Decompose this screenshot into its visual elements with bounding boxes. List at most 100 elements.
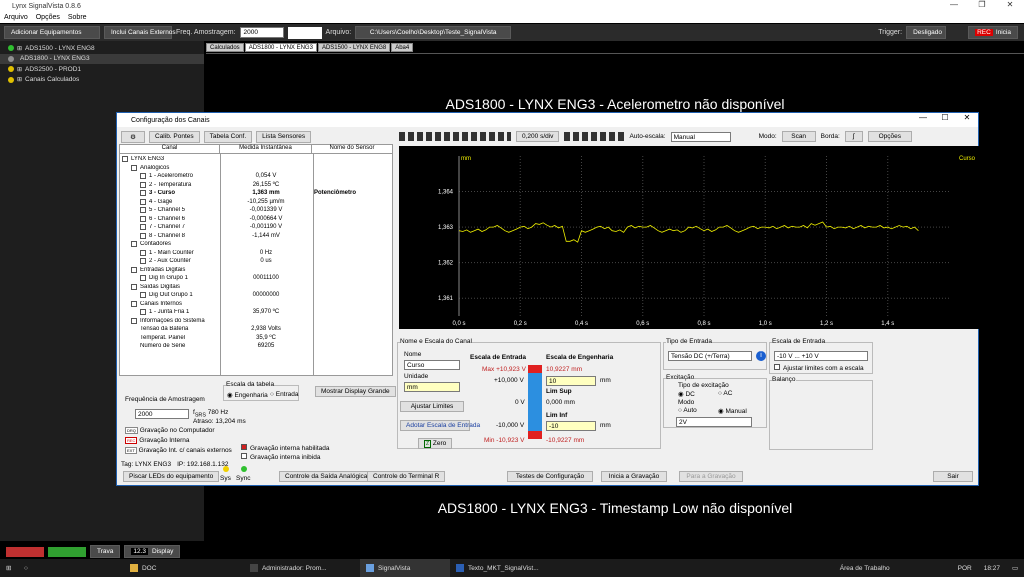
- windows-start-icon[interactable]: ⊞: [0, 559, 18, 577]
- channel-row[interactable]: 2 - Temperatura 26,155 ºC: [120, 181, 392, 190]
- trava-button[interactable]: Trava: [90, 545, 121, 558]
- start-rec-button[interactable]: Inicia a Gravação: [601, 471, 667, 482]
- taskbar-admin[interactable]: Administrador: Prom...: [244, 559, 360, 577]
- tab-ads1800[interactable]: ADS1800 - LYNX ENG3: [244, 43, 317, 52]
- channel-checkbox[interactable]: [140, 190, 146, 197]
- plot-tool-icons[interactable]: [399, 132, 511, 141]
- autoscale-select[interactable]: Manual: [670, 131, 731, 142]
- channel-checkbox[interactable]: [131, 266, 137, 273]
- notification-icon[interactable]: ▭: [1006, 559, 1024, 577]
- channel-checkbox[interactable]: [131, 317, 137, 324]
- clock[interactable]: 18:27: [978, 559, 1006, 577]
- analog-out-button[interactable]: Controle da Saída Analógica: [279, 471, 374, 482]
- channel-checkbox[interactable]: [131, 164, 137, 171]
- channel-checkbox[interactable]: [140, 215, 146, 222]
- channel-row[interactable]: 2 - Aux Counter 0 us: [120, 257, 392, 266]
- trigger-select[interactable]: Desligado: [906, 26, 947, 39]
- radio-manual[interactable]: ◉ Manual: [718, 407, 747, 415]
- channel-row[interactable]: 6 - Channel 6 -0,000664 V: [120, 215, 392, 224]
- show-display-button[interactable]: Mostrar Display Grande: [315, 386, 396, 397]
- channel-row[interactable]: Tensão da Bateria 2,938 Volts: [120, 325, 392, 334]
- channel-checkbox[interactable]: [140, 232, 146, 239]
- terminal-button[interactable]: Controle do Terminal R: [367, 471, 446, 482]
- radio-entrada[interactable]: ○ Entrada: [270, 391, 299, 398]
- menu-arquivo[interactable]: Arquivo: [4, 14, 28, 21]
- channel-checkbox[interactable]: [131, 283, 137, 290]
- channel-row[interactable]: Informações do Sistema: [120, 317, 392, 326]
- run-icons[interactable]: [287, 26, 322, 39]
- expand-icon[interactable]: ⊞: [17, 66, 22, 73]
- channel-row[interactable]: Analógicos: [120, 164, 392, 173]
- sampling-select[interactable]: 2000: [135, 409, 189, 419]
- name-field[interactable]: Curso: [404, 360, 460, 370]
- blink-leds-button[interactable]: Piscar LEDs do equipamento: [123, 471, 220, 482]
- excitation-select[interactable]: 2V: [676, 417, 752, 427]
- mode-button[interactable]: Scan: [781, 131, 816, 142]
- start-button[interactable]: REC Inicia: [968, 26, 1018, 39]
- taskbar-doc[interactable]: DOC: [124, 559, 244, 577]
- channel-row[interactable]: Temperat. Painel 35,9 ºC: [120, 334, 392, 343]
- dialog-maximize-icon[interactable]: ☐: [934, 113, 956, 122]
- eng-high-field[interactable]: 10: [546, 376, 596, 386]
- tab-aba4[interactable]: Aba4: [391, 43, 414, 52]
- radio-auto[interactable]: ○ Auto: [678, 407, 697, 414]
- channel-row[interactable]: Dig In Grupo 1 00011100: [120, 274, 392, 283]
- radio-ac[interactable]: ○ AC: [718, 390, 732, 397]
- plot-tool-icons-2[interactable]: [564, 132, 625, 141]
- rec-control-icon[interactable]: [6, 546, 44, 557]
- plot-area[interactable]: 1,364 1,363 1,362 1,361 0,0 s 0,2 s 0,4 s 0,6 s…: [407, 146, 979, 329]
- input-range-select[interactable]: -10 V ... +10 V: [774, 351, 868, 361]
- channel-row[interactable]: 1 - Junta Fria 1 35,970 ºC: [120, 308, 392, 317]
- equipment-item[interactable]: ⊞ ADS1500 - LYNX ENG8: [0, 43, 204, 54]
- rec-inhibited-check[interactable]: Gravação interna inibida: [241, 453, 320, 461]
- channel-checkbox[interactable]: [140, 249, 146, 256]
- channel-row[interactable]: 3 - Curso 1,363 mm Potenciômetro: [120, 189, 392, 198]
- freq-select[interactable]: 2000: [239, 27, 284, 38]
- expand-icon[interactable]: ⊞: [17, 76, 22, 83]
- channel-row[interactable]: 1 - Acelerometro 0,054 V: [120, 172, 392, 181]
- adjust-limits-check[interactable]: Ajustar limites com a escala: [774, 364, 864, 372]
- config-icons[interactable]: ⚙: [121, 131, 145, 143]
- unit-field[interactable]: mm: [404, 382, 460, 392]
- input-type-select[interactable]: Tensão DC (+/Terra): [668, 351, 752, 361]
- work-area-label[interactable]: Área de Trabalho: [834, 559, 896, 577]
- channel-row[interactable]: Saídas Digitais: [120, 283, 392, 292]
- menu-opcoes[interactable]: Opções: [36, 14, 60, 21]
- time-div-button[interactable]: 0,200 s/div: [516, 131, 560, 142]
- exit-button[interactable]: Sair: [933, 471, 973, 482]
- taskbar-word[interactable]: Texto_MKT_SignalVist...: [450, 559, 550, 577]
- equipment-item[interactable]: ADS1800 - LYNX ENG3: [0, 53, 204, 64]
- radio-engenharia[interactable]: ◉ Engenharia: [227, 391, 268, 399]
- table-conf-button[interactable]: Tabela Conf.: [203, 131, 253, 143]
- calib-button[interactable]: Calib. Pontes: [149, 131, 200, 143]
- channel-row[interactable]: 5 - Channel 5 -0,001339 V: [120, 206, 392, 215]
- stop-rec-button[interactable]: Para a Gravação: [679, 471, 743, 482]
- equipment-item[interactable]: ⊞ ADS2500 - PROD1: [0, 64, 204, 75]
- channel-checkbox[interactable]: [140, 292, 146, 299]
- pinned-apps[interactable]: [34, 559, 124, 577]
- dialog-close-icon[interactable]: ✕: [956, 113, 978, 122]
- channel-row[interactable]: Canais Internos: [120, 300, 392, 309]
- add-equipment-button[interactable]: Adicionar Equipamentos: [4, 26, 100, 39]
- channel-checkbox[interactable]: [131, 300, 137, 307]
- tab-ads1500[interactable]: ADS1500 - LYNX ENG8: [317, 43, 391, 52]
- channel-row[interactable]: 1 - Main Counter 0 Hz: [120, 249, 392, 258]
- expand-icon[interactable]: ⊞: [17, 45, 22, 52]
- channel-checkbox[interactable]: [131, 241, 137, 248]
- menu-sobre[interactable]: Sobre: [68, 14, 87, 21]
- tray-icons[interactable]: [896, 559, 952, 577]
- display-button[interactable]: 12.3 Display: [124, 545, 181, 558]
- channel-row[interactable]: 7 - Channel 7 -0,001190 V: [120, 223, 392, 232]
- adjust-limits-button[interactable]: Ajustar Limites: [400, 401, 464, 412]
- channel-row[interactable]: LYNX ENG3: [120, 155, 392, 164]
- radio-dc[interactable]: ◉ DC: [678, 390, 695, 398]
- channel-row[interactable]: 4 - Gage -10,255 µm/m: [120, 198, 392, 207]
- channel-checkbox[interactable]: [140, 224, 146, 231]
- channel-checkbox[interactable]: [140, 181, 146, 188]
- search-icon[interactable]: ○: [18, 559, 34, 577]
- channel-row[interactable]: Dig Out Grupo 1 00000000: [120, 291, 392, 300]
- info-icon[interactable]: i: [756, 351, 766, 361]
- rec-enabled-check[interactable]: Gravação interna habilitada: [241, 444, 330, 452]
- channel-row[interactable]: Número de Série 69205: [120, 342, 392, 351]
- close-icon[interactable]: ✕: [996, 0, 1024, 9]
